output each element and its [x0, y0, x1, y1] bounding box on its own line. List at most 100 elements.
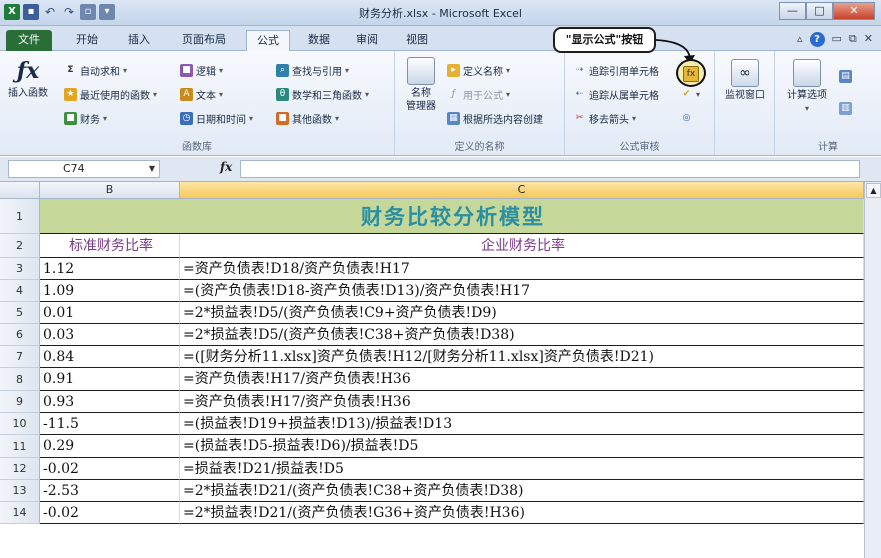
calculate-sheet-button[interactable]: ▥ — [839, 101, 852, 116]
doc-close-icon[interactable]: ✕ — [864, 32, 873, 47]
cell-formula[interactable]: =2*损益表!D21/(资产负债表!G36+资产负债表!H36) — [180, 502, 864, 524]
minimize-button[interactable]: — — [779, 2, 806, 20]
scroll-up-icon[interactable]: ▲ — [866, 183, 881, 198]
cell-standard-ratio[interactable]: 0.93 — [40, 391, 180, 413]
row-header[interactable]: 8 — [0, 368, 40, 391]
cell-formula[interactable]: =2*损益表!D5/(资产负债表!C9+资产负债表!D9) — [180, 302, 864, 324]
cell-formula[interactable]: =资产负债表!H17/资产负债表!H36 — [180, 368, 864, 391]
ribbon-minimize-icon[interactable]: ▵ — [797, 32, 803, 47]
column-header-b[interactable]: B — [40, 182, 180, 199]
trace-dependents-label: 追踪从属单元格 — [589, 91, 659, 102]
cell-standard-ratio[interactable]: -2.53 — [40, 480, 180, 502]
vertical-scrollbar[interactable]: ▲ — [864, 182, 881, 558]
tab-review[interactable]: 审阅 — [346, 30, 388, 51]
header-cell-standard-ratio[interactable]: 标准财务比率 — [40, 234, 180, 258]
name-manager-button[interactable]: 名称 管理器 — [401, 57, 441, 113]
row-header[interactable]: 6 — [0, 324, 40, 346]
fx-button[interactable]: fx — [220, 160, 232, 174]
math-button[interactable]: θ 数学和三角函数 ▾ — [276, 87, 369, 102]
cell-formula[interactable]: =2*损益表!D5/(资产负债表!C38+资产负债表!D38) — [180, 324, 864, 346]
ribbon-formulas: ƒx 插入函数 Σ 自动求和 ▾ ★ 最近使用的函数 ▾ ■ 财务 ▾ ■ 逻辑 ▾ A… — [0, 51, 881, 156]
tab-file[interactable]: 文件 — [6, 30, 52, 51]
error-checking-button[interactable]: ✔ ▾ — [680, 87, 700, 102]
doc-minimize-icon[interactable]: ▭ — [832, 32, 842, 47]
cell-formula[interactable]: =2*损益表!D21/(资产负债表!C38+资产负债表!D38) — [180, 480, 864, 502]
select-all-corner[interactable] — [0, 182, 40, 199]
help-icon[interactable]: ? — [809, 32, 825, 47]
define-name-button[interactable]: ▸ 定义名称 ▾ — [447, 63, 510, 78]
calculate-now-button[interactable]: ▤ — [839, 69, 852, 84]
row-header[interactable]: 12 — [0, 458, 40, 480]
cell-formula[interactable]: =(资产负债表!D18-资产负债表!D13)/资产负债表!H17 — [180, 280, 864, 302]
cell-formula[interactable]: =资产负债表!D18/资产负债表!H17 — [180, 258, 864, 280]
financial-button[interactable]: ■ 财务 ▾ — [64, 111, 107, 126]
row-header[interactable]: 7 — [0, 346, 40, 368]
cell-standard-ratio[interactable]: -0.02 — [40, 458, 180, 480]
cell-formula[interactable]: =(损益表!D19+损益表!D13)/损益表!D13 — [180, 413, 864, 435]
row-header[interactable]: 3 — [0, 258, 40, 280]
show-formulas-button[interactable]: fx — [676, 59, 706, 87]
cell-standard-ratio[interactable]: 1.12 — [40, 258, 180, 280]
remove-arrows-button[interactable]: ✂ 移去箭头 ▾ — [573, 111, 636, 126]
sheet-title-cell[interactable]: 财务比较分析模型 — [40, 199, 864, 234]
cell-standard-ratio[interactable]: 0.01 — [40, 302, 180, 324]
more-functions-button[interactable]: ■ 其他函数 ▾ — [276, 111, 339, 126]
row-header[interactable]: 5 — [0, 302, 40, 324]
star-book-icon: ★ — [64, 88, 77, 101]
group-function-library: ƒx 插入函数 Σ 自动求和 ▾ ★ 最近使用的函数 ▾ ■ 财务 ▾ ■ 逻辑 ▾ A… — [0, 51, 395, 156]
header-cell-enterprise-ratio[interactable]: 企业财务比率 — [180, 234, 864, 258]
more-functions-label: 其他函数 — [292, 115, 332, 126]
cell-standard-ratio[interactable]: -11.5 — [40, 413, 180, 435]
row-header[interactable]: 2 — [0, 234, 40, 258]
autosum-button[interactable]: Σ 自动求和 ▾ — [64, 63, 127, 78]
tab-data[interactable]: 数据 — [298, 30, 340, 51]
calculate-sheet-icon: ▥ — [839, 102, 852, 115]
trace-precedents-button[interactable]: ⇢ 追踪引用单元格 — [573, 63, 659, 78]
row-header[interactable]: 10 — [0, 413, 40, 435]
row-header[interactable]: 9 — [0, 391, 40, 413]
cell-standard-ratio[interactable]: 1.09 — [40, 280, 180, 302]
column-header-c[interactable]: C — [180, 182, 864, 199]
financial-label: 财务 — [80, 115, 100, 126]
tab-formulas[interactable]: 公式 — [246, 30, 290, 51]
row-header[interactable]: 11 — [0, 435, 40, 458]
row-header[interactable]: 14 — [0, 502, 40, 524]
doc-restore-icon[interactable]: ⧉ — [849, 32, 857, 47]
use-in-formula-button[interactable]: ƒ 用于公式 ▾ — [447, 87, 510, 102]
cell-standard-ratio[interactable]: -0.02 — [40, 502, 180, 524]
close-button[interactable]: ✕ — [833, 2, 875, 20]
trace-dependents-button[interactable]: ⇠ 追踪从属单元格 — [573, 87, 659, 102]
create-from-selection-button[interactable]: ▦ 根据所选内容创建 — [447, 111, 543, 126]
calculation-options-button[interactable]: 计算选项 ▾ — [779, 59, 835, 115]
cell-formula[interactable]: =资产负债表!H17/资产负债表!H36 — [180, 391, 864, 413]
maximize-button[interactable]: □ — [806, 2, 833, 20]
datetime-button[interactable]: ◷ 日期和时间 ▾ — [180, 111, 253, 126]
row-header[interactable]: 1 — [0, 199, 40, 234]
cell-standard-ratio[interactable]: 0.84 — [40, 346, 180, 368]
tab-home[interactable]: 开始 — [66, 30, 108, 51]
cell-standard-ratio[interactable]: 0.29 — [40, 435, 180, 458]
text-button[interactable]: A 文本 ▾ — [180, 87, 223, 102]
evaluate-formula-button[interactable]: ◎ — [680, 111, 693, 126]
row-header[interactable]: 13 — [0, 480, 40, 502]
logical-button[interactable]: ■ 逻辑 ▾ — [180, 63, 223, 78]
tab-insert[interactable]: 插入 — [118, 30, 160, 51]
cell-formula[interactable]: =损益表!D21/损益表!D5 — [180, 458, 864, 480]
cell-standard-ratio[interactable]: 0.91 — [40, 368, 180, 391]
recent-functions-button[interactable]: ★ 最近使用的函数 ▾ — [64, 87, 157, 102]
logical-label: 逻辑 — [196, 67, 216, 78]
formula-input[interactable] — [240, 160, 860, 178]
tab-view[interactable]: 视图 — [396, 30, 438, 51]
name-box[interactable]: C74 ▼ — [8, 160, 160, 178]
worksheet: B C 1 财务比较分析模型 2 标准财务比率 企业财务比率 3 1.12 =资产负债表!D1… — [0, 182, 881, 558]
name-box-dropdown-icon[interactable]: ▼ — [149, 161, 155, 177]
row-header[interactable]: 4 — [0, 280, 40, 302]
watch-window-button[interactable]: ∞ 监视窗口 — [721, 59, 769, 102]
insert-function-button[interactable]: ƒx 插入函数 — [8, 57, 48, 100]
cell-standard-ratio[interactable]: 0.03 — [40, 324, 180, 346]
tab-page-layout[interactable]: 页面布局 — [172, 30, 236, 51]
cell-formula[interactable]: =(损益表!D5-损益表!D6)/损益表!D5 — [180, 435, 864, 458]
use-in-formula-icon: ƒ — [451, 89, 456, 99]
lookup-button[interactable]: ⌕ 查找与引用 ▾ — [276, 63, 349, 78]
cell-formula[interactable]: =([财务分析11.xlsx]资产负债表!H12/[财务分析11.xlsx]资产… — [180, 346, 864, 368]
